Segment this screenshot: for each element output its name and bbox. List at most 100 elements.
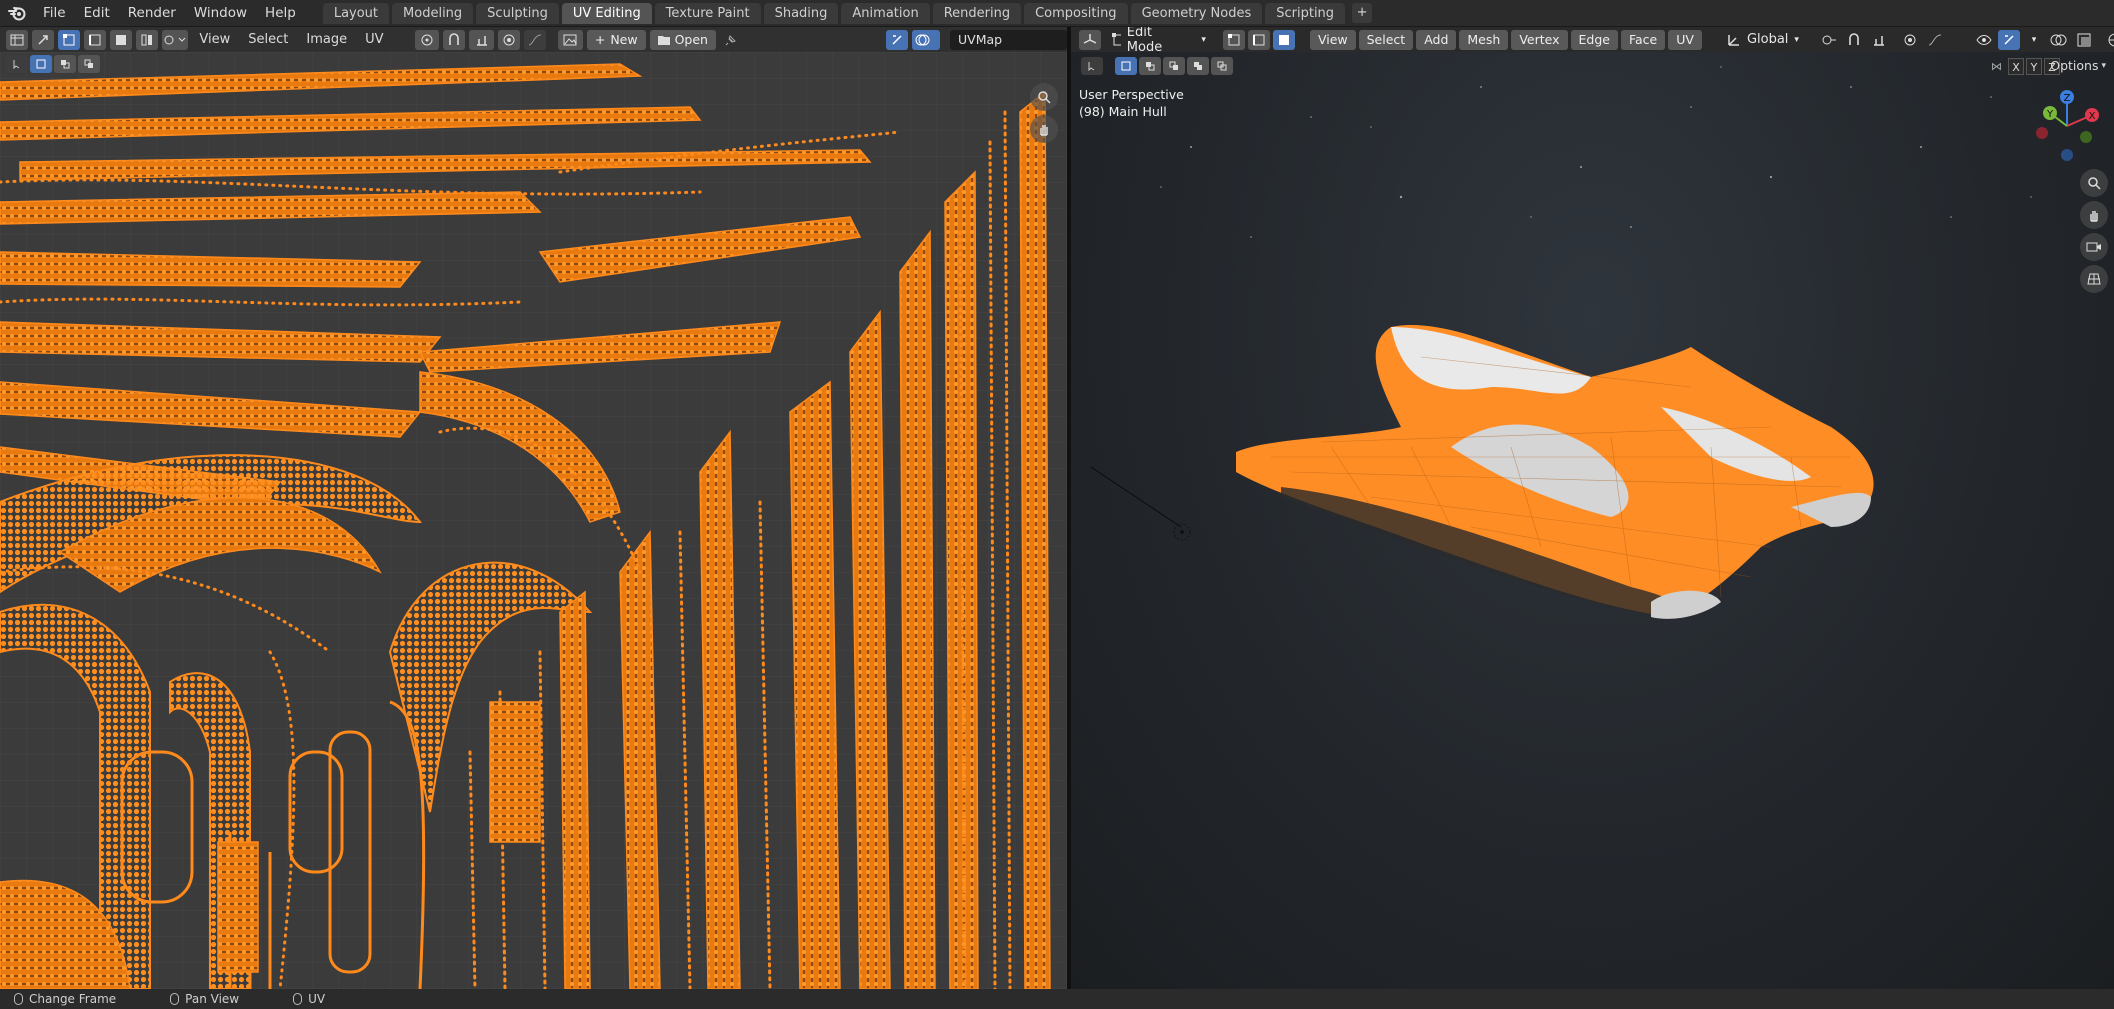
tab-shading[interactable]: Shading [763,2,839,24]
tab-compositing[interactable]: Compositing [1024,2,1128,24]
vp-snap-icon[interactable] [1843,30,1865,50]
gizmo-x-label: X [2089,111,2096,122]
tab-geometry-nodes[interactable]: Geometry Nodes [1130,2,1263,24]
select-tool-icon[interactable] [6,55,28,73]
face-select-icon[interactable] [110,29,132,50]
vp-menu-edge[interactable]: Edge [1570,29,1618,50]
viewport-editor-type-icon[interactable] [1079,29,1101,50]
mode-select[interactable]: Edit Mode ▾ [1104,27,1214,55]
spaceship-mesh[interactable] [1236,325,1874,619]
gizmo-dropdown-icon[interactable]: ▾ [2023,30,2045,50]
menu-edit[interactable]: Edit [75,0,119,27]
vp-select-invert-icon[interactable] [1187,57,1209,75]
new-image-button[interactable]: + New [586,29,646,50]
vp-pan-hand-icon[interactable] [2080,201,2108,229]
uvmap-field[interactable]: UVMap [950,29,1067,50]
vp-vertex-select-icon[interactable] [1222,29,1245,50]
mode-label: Edit Mode [1126,27,1163,55]
uv-overlay-toggle-icon[interactable] [911,29,941,50]
uv-menu-view[interactable]: View [192,27,237,52]
pin-icon[interactable] [720,30,742,50]
tab-layout[interactable]: Layout [322,2,390,24]
tab-sculpting[interactable]: Sculpting [476,2,559,24]
sticky-selection-mode-icon[interactable] [162,29,189,50]
vp-select-subtract-icon[interactable] [1163,57,1185,75]
vp-proportional-edit-icon[interactable] [1899,30,1921,50]
uv-zoom-icon[interactable] [1030,83,1058,111]
snap-icon[interactable] [443,29,466,50]
open-image-button[interactable]: Open [649,29,716,50]
vp-falloff-icon[interactable] [1924,30,1946,50]
vp-menu-select[interactable]: Select [1358,29,1414,50]
folder-icon [657,35,670,45]
proportional-edit-icon[interactable] [498,29,521,50]
chevron-down-icon: ▾ [1201,34,1206,45]
tab-rendering[interactable]: Rendering [932,2,1022,24]
transform-orientation-select[interactable]: Global ▾ [1719,30,1807,50]
vp-select-extend-icon[interactable] [1139,57,1161,75]
camera-view-icon[interactable] [2080,233,2108,261]
menu-file[interactable]: File [34,0,75,27]
add-workspace-button[interactable]: + [1352,2,1373,23]
mirror-x-toggle[interactable]: X [2008,58,2024,75]
mouse-middle-icon [170,993,180,1005]
tab-texture-paint[interactable]: Texture Paint [654,2,761,24]
select-subtract-icon[interactable] [78,55,100,73]
edit-mode-icon [1112,32,1121,45]
uv-menu-uv[interactable]: UV [358,27,390,52]
vp-select-tool-icon[interactable] [1081,57,1103,75]
pivot-icon[interactable] [1818,30,1840,50]
mouse-right-icon [293,993,303,1005]
vertex-select-icon[interactable] [58,29,80,50]
blender-logo-icon[interactable] [6,2,28,24]
viewport-scene[interactable] [1071,27,2114,989]
visibility-icon[interactable] [1973,30,1995,50]
uv-tool-subheader [6,55,100,73]
uv-pan-hand-icon[interactable] [1030,115,1058,143]
navigation-gizmo[interactable]: Z X Y [2030,89,2104,163]
options-dropdown[interactable]: Options ▾ [2050,58,2106,73]
vp-menu-uv[interactable]: UV [1668,29,1702,50]
falloff-icon[interactable] [524,29,547,50]
vp-menu-mesh[interactable]: Mesh [1459,29,1509,50]
menu-render[interactable]: Render [119,0,185,27]
workspace-tabs: Layout Modeling Sculpting UV Editing Tex… [322,2,1373,24]
vp-menu-face[interactable]: Face [1620,29,1666,50]
vp-menu-add[interactable]: Add [1416,29,1457,50]
plus-icon: + [594,31,606,47]
overlay-toggle-icon[interactable] [2048,30,2070,50]
tab-scripting[interactable]: Scripting [1265,2,1346,24]
vp-select-intersect-icon[interactable] [1211,57,1233,75]
select-box-icon[interactable] [30,55,52,73]
vp-face-select-icon[interactable] [1272,29,1295,50]
mirror-y-toggle[interactable]: Y [2026,58,2042,75]
menu-help[interactable]: Help [256,0,305,27]
uv-menu-image[interactable]: Image [299,27,354,52]
vp-gizmo-toggle-icon[interactable] [1997,29,2020,50]
tab-uv-editing[interactable]: UV Editing [561,2,652,24]
vp-zoom-icon[interactable] [2080,169,2108,197]
menu-window[interactable]: Window [185,0,256,27]
tab-animation[interactable]: Animation [841,2,930,24]
vp-select-box-icon[interactable] [1115,57,1137,75]
perspective-toggle-icon[interactable] [2080,265,2108,293]
uv-menu-select[interactable]: Select [241,27,295,52]
sync-selection-icon[interactable] [32,29,54,50]
pivot-point-icon[interactable] [414,29,440,50]
xray-icon[interactable] [2073,30,2095,50]
vp-snap-target-icon[interactable] [1868,30,1890,50]
image-browse-icon[interactable] [558,29,583,50]
uv-mesh-canvas[interactable] [0,52,1067,989]
editor-type-icon[interactable] [6,29,28,50]
select-extend-icon[interactable] [54,55,76,73]
uv-editor: View Select Image UV + New Open UVMap [0,27,1067,989]
wireframe-shading-icon[interactable] [2104,30,2114,50]
vp-menu-vertex[interactable]: Vertex [1511,29,1568,50]
tab-modeling[interactable]: Modeling [392,2,474,24]
island-select-icon[interactable] [136,29,158,50]
vp-edge-select-icon[interactable] [1247,29,1270,50]
uv-gizmo-toggle-icon[interactable] [885,29,908,50]
vp-menu-view[interactable]: View [1309,29,1356,50]
edge-select-icon[interactable] [84,29,106,50]
snap-target-icon[interactable] [469,29,495,50]
